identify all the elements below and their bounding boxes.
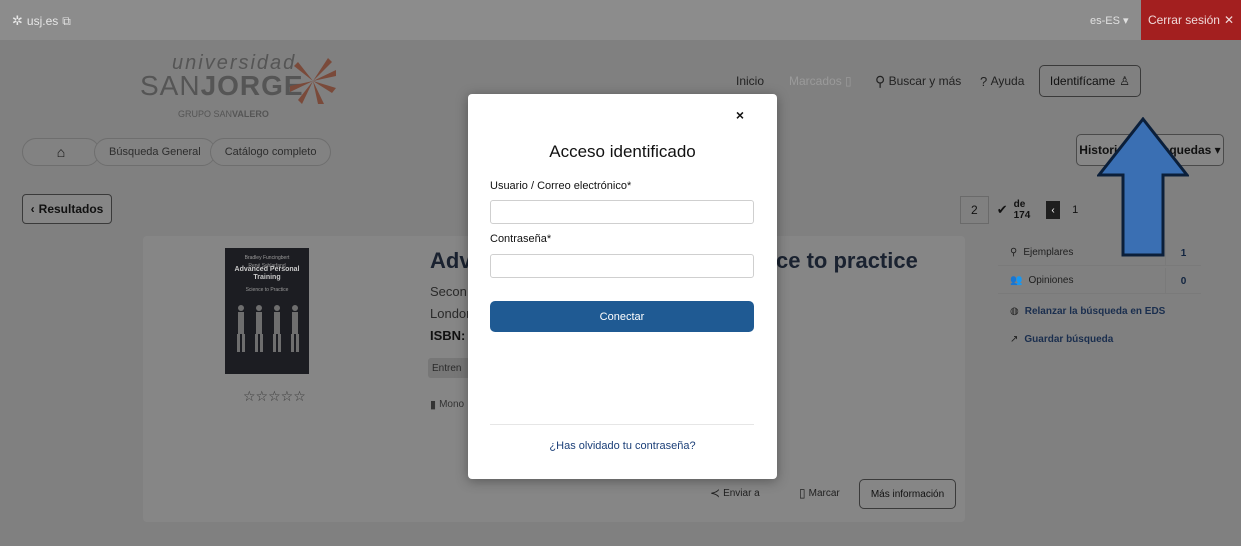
prev-page-icon[interactable]: ‹ [1046,201,1061,219]
page-total: de 174 [1013,199,1031,221]
ejemplares-label: Ejemplares [1023,247,1074,258]
nav-marcados-label: Marcados [789,74,842,88]
relanzar-label: Relanzar la búsqueda en EDS [1024,305,1166,317]
cover-title: Advanced Personal Training [234,266,300,281]
nav-marcados[interactable]: Marcados ▯ [789,66,852,96]
breadcrumb-item-catalogo[interactable]: Catálogo completo [209,138,332,166]
nav-ayuda[interactable]: ? Ayuda [980,66,1024,96]
share-icon: ≺ [710,486,721,500]
user-icon: ♙ [1119,74,1131,88]
login-modal: × Acceso identificado Usuario / Correo e… [468,94,777,479]
guardar-label: Guardar búsqueda [1024,333,1114,345]
external-link-icon: ⧉ [62,13,71,28]
book-cover[interactable]: Bradley Funcingbert René Schlarfand Adva… [225,248,309,374]
language-selector[interactable]: es-ES ▾ [1090,14,1129,27]
cover-figures [237,305,299,352]
site-link[interactable]: ✲ usj.es ⧉ [12,13,71,29]
close-icon: ✕ [1223,13,1235,27]
send-to-link[interactable]: ≺ Enviar a [710,486,760,500]
record-title-end[interactable]: ce to practice [776,248,918,274]
record-format-label: Mono [439,399,465,410]
logo-line3: GRUPO SANVALERO [178,109,269,119]
page-current: 2 [971,203,978,217]
nav-inicio-label: Inicio [736,74,765,88]
breadcrumb-label: Catálogo completo [224,146,317,158]
results-label: Resultados [38,202,104,216]
subject-tag[interactable]: Entren [428,358,472,378]
save-share-icon: ↗ [1010,333,1019,345]
logout-label: Cerrar sesión [1147,13,1220,27]
location-pin-icon: ⚲ [1010,247,1018,258]
username-input[interactable] [490,200,754,224]
password-input[interactable] [490,254,754,278]
breadcrumb-item-busqueda[interactable]: Búsqueda General [94,138,216,166]
check-icon[interactable]: ✔ [997,202,1008,218]
page-link[interactable]: 1 [1072,204,1078,216]
bookmark-link[interactable]: ▯ Marcar [799,486,840,500]
connect-button[interactable]: Conectar [490,301,754,332]
nav-buscar[interactable]: ⚲ Buscar y más [875,66,961,96]
logout-button[interactable]: Cerrar sesión ✕ [1141,0,1241,40]
help-icon: ? [980,73,988,89]
forgot-password-link[interactable]: ¿Has olvidado tu contraseña? [468,440,777,452]
site-link-label: usj.es [26,14,59,28]
username-label: Usuario / Correo electrónico* [490,180,632,192]
sidebar-relanzar[interactable]: ◍ Relanzar la búsqueda en EDS [998,298,1201,324]
send-to-label: Enviar a [723,487,760,499]
rating-stars[interactable]: ☆☆☆☆☆ [243,388,306,405]
sidebar-guardar[interactable]: ↗ Guardar búsqueda [998,326,1201,352]
university-logo[interactable]: universidad SANJORGE GRUPO SANVALERO [140,52,340,122]
bookmark-label: Marcar [808,487,840,499]
results-back-button[interactable]: ‹ Resultados [22,194,112,224]
annotation-arrow-icon [1097,117,1189,257]
modal-title: Acceso identificado [549,142,696,161]
bookmark-icon: ▯ [799,486,806,500]
breadcrumb: ⌂ Búsqueda General Catálogo completo [22,138,332,166]
record-isbn-label: ISBN: [430,328,466,343]
nav-ayuda-label: Ayuda [990,74,1025,88]
top-bar: ✲ usj.es ⧉ es-ES ▾ Cerrar sesión ✕ [0,0,1241,40]
page-jump[interactable]: 2 [960,196,989,224]
breadcrumb-label: Búsqueda General [109,146,201,158]
logo-sunburst-icon [290,58,336,104]
more-info-button[interactable]: Más información [859,479,956,509]
sidebar-opiniones[interactable]: 👥 Opiniones 0 [998,268,1201,294]
record-format: ▮ Mono [430,398,464,411]
logo-line2: SANJORGE [140,70,304,101]
opiniones-label: Opiniones [1028,275,1074,286]
more-info-label: Más información [870,488,945,500]
record-title-start[interactable]: Adv [430,248,472,274]
search-icon: ⚲ [875,72,886,89]
home-icon: ⌂ [56,144,66,160]
nav-buscar-label: Buscar y más [888,74,962,88]
opiniones-count: 0 [1165,268,1201,294]
language-label: es-ES [1090,15,1120,27]
nav-inicio[interactable]: Inicio [736,66,764,96]
identify-label: Identifícame [1049,74,1116,88]
chevron-left-icon: ‹ [30,202,35,216]
cover-subtitle: Science to Practice [245,287,289,293]
record-edition: Secon [430,284,467,299]
globe-icon: ◍ [1010,305,1019,317]
bookmark-icon: ▯ [845,74,852,88]
password-label: Contraseña* [490,233,552,245]
caret-down-icon: ▾ [1214,143,1221,157]
caret-down-icon: ▾ [1123,15,1129,27]
book-icon: ▮ [430,399,437,411]
identify-button[interactable]: Identifícame ♙ [1039,65,1141,97]
record-place: Londor [430,306,471,321]
breadcrumb-home[interactable]: ⌂ [22,138,100,166]
users-icon: 👥 [1010,275,1023,286]
close-icon[interactable]: × [732,106,748,124]
sun-icon: ✲ [12,13,23,28]
modal-divider [490,424,754,425]
